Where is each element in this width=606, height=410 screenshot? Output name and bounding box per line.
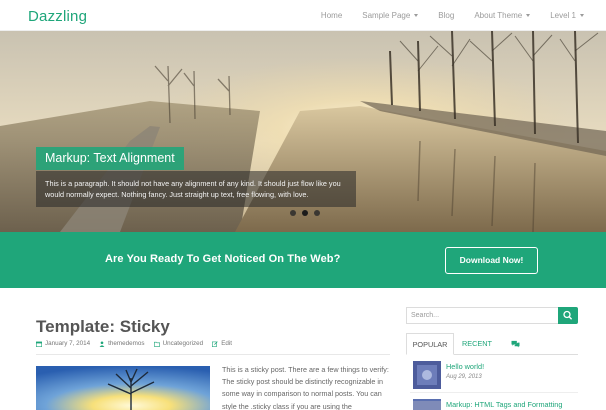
post-thumbnail-image [36, 366, 210, 410]
sidebar-divider [410, 392, 578, 393]
list-item-title[interactable]: Markup: HTML Tags and Formatting [446, 400, 562, 409]
slider-dot[interactable] [314, 210, 320, 216]
nav-home[interactable]: Home [321, 11, 342, 20]
post-edit-label: Edit [221, 340, 233, 347]
list-item-date: Aug 29, 2013 [446, 374, 482, 380]
search-icon [563, 310, 573, 320]
download-button[interactable]: Download Now! [445, 247, 538, 274]
slider-dot-active[interactable] [302, 210, 308, 216]
nav-blog-label: Blog [438, 11, 455, 20]
calendar-icon [36, 341, 42, 347]
post-date[interactable]: January 7, 2014 [36, 340, 90, 347]
nav-about-theme-label: About Theme [474, 11, 523, 20]
list-item[interactable]: Markup: HTML Tags and Formatting [410, 399, 580, 410]
post-author[interactable]: themedemos [99, 340, 145, 347]
hero-title[interactable]: Markup: Text Alignment [36, 147, 184, 170]
slider-dot[interactable] [290, 210, 296, 216]
post-excerpt: This is a sticky post. There are a few t… [222, 365, 389, 410]
list-item-thumbnail-image [413, 361, 441, 389]
comments-icon [511, 340, 519, 348]
main-nav: Home Sample Page Blog About Theme Level … [301, 11, 584, 20]
tab-recent[interactable]: RECENT [456, 333, 498, 355]
post-category-label: Uncategorized [162, 340, 204, 347]
sidebar-tabs: POPULAR RECENT [406, 333, 578, 355]
nav-level-1[interactable]: Level 1 [550, 11, 584, 20]
nav-sample-page-label: Sample Page [362, 11, 411, 20]
nav-level-1-label: Level 1 [550, 11, 576, 20]
post-meta: January 7, 2014 themedemos Uncategorized… [36, 340, 241, 347]
nav-about-theme[interactable]: About Theme [474, 11, 531, 20]
list-item-thumbnail-image [413, 401, 441, 410]
tab-popular[interactable]: POPULAR [406, 333, 454, 355]
post-divider [36, 354, 390, 355]
chevron-down-icon [526, 14, 531, 17]
post-thumbnail[interactable] [36, 366, 210, 410]
chevron-down-icon [414, 14, 419, 17]
list-item-thumbnail[interactable] [413, 399, 441, 410]
search-button[interactable] [558, 307, 578, 324]
edit-icon [212, 340, 218, 347]
list-item[interactable]: Hello world! Aug 29, 2013 [410, 361, 580, 391]
tab-comments[interactable] [504, 333, 526, 355]
cta-text: Are You Ready To Get Noticed On The Web? [105, 253, 341, 265]
site-brand[interactable]: Dazzling [28, 8, 87, 25]
user-icon [99, 340, 105, 347]
slider-pagination [290, 210, 320, 216]
hero-slider[interactable]: Markup: Text Alignment This is a paragra… [0, 31, 606, 232]
post-date-label: January 7, 2014 [45, 340, 91, 347]
search-input[interactable]: Search... [406, 307, 558, 324]
nav-home-label: Home [320, 11, 343, 20]
cta-band: Are You Ready To Get Noticed On The Web?… [0, 232, 606, 288]
hero-caption: This is a paragraph. It should not have … [36, 171, 356, 207]
folder-icon [153, 341, 160, 347]
list-item-thumbnail[interactable] [413, 361, 441, 389]
post-title[interactable]: Template: Sticky [36, 317, 170, 337]
top-navbar: Dazzling Home Sample Page Blog About The… [0, 0, 606, 31]
chevron-down-icon [580, 14, 584, 17]
list-item-title[interactable]: Hello world! [446, 362, 484, 371]
nav-sample-page[interactable]: Sample Page [362, 11, 419, 20]
post-author-label: themedemos [108, 340, 145, 347]
nav-blog[interactable]: Blog [438, 11, 454, 20]
post-category[interactable]: Uncategorized [153, 340, 204, 347]
post-edit-link[interactable]: Edit [212, 340, 232, 347]
